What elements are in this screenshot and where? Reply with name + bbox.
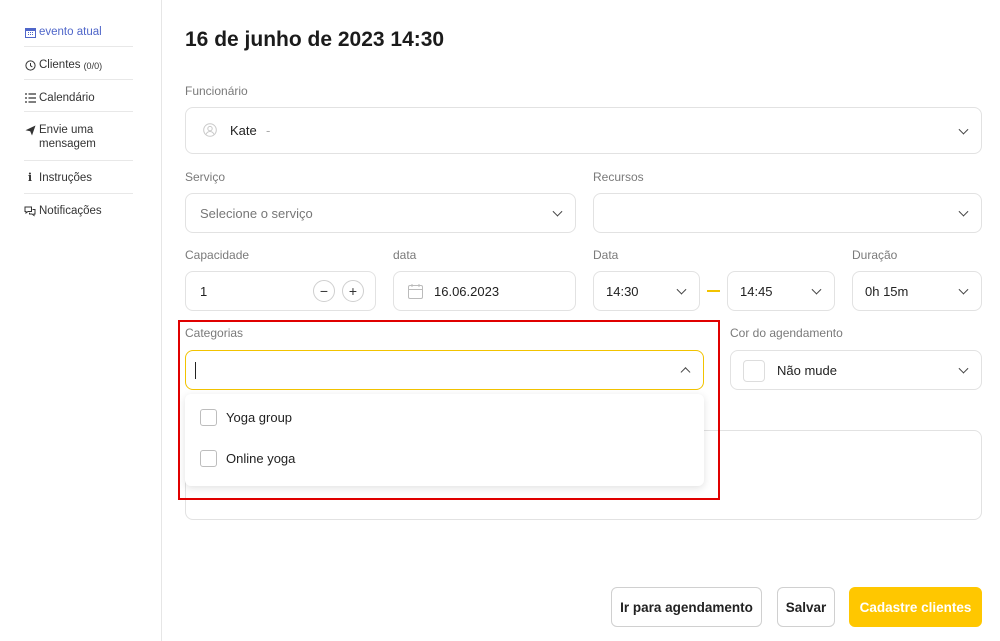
date-value: 16.06.2023 <box>434 283 500 299</box>
sidebar-item-label: Notificações <box>39 205 102 217</box>
calendar-icon <box>408 284 423 302</box>
employee-suffix: - <box>266 123 271 138</box>
user-avatar-icon <box>203 123 217 140</box>
resources-label: Recursos <box>593 170 644 184</box>
go-to-appointment-button[interactable]: Ir para agendamento <box>611 587 762 627</box>
color-swatch <box>743 360 765 382</box>
sidebar-item-label: Instruções <box>39 172 93 184</box>
decrement-button[interactable]: − <box>313 280 335 302</box>
chevron-down-icon <box>958 124 969 135</box>
list-icon <box>24 91 36 105</box>
sidebar-item-current-event[interactable]: evento atual <box>24 25 133 39</box>
save-button[interactable]: Salvar <box>777 587 835 627</box>
calendar-icon <box>24 25 36 39</box>
sidebar-item-calendar[interactable]: Calendário <box>24 91 133 105</box>
color-label: Cor do agendamento <box>730 326 843 340</box>
increment-button[interactable]: + <box>342 280 364 302</box>
employee-select[interactable]: Kate - <box>185 107 982 154</box>
chat-icon <box>24 204 36 218</box>
chevron-down-icon <box>958 363 969 374</box>
sidebar-item-clients[interactable]: Clientes (0/0) <box>24 58 133 73</box>
sidebar-item-label: Envie uma mensagem <box>39 124 96 150</box>
register-clients-button[interactable]: Cadastre clientes <box>849 587 982 627</box>
clock-icon <box>24 58 36 72</box>
sidebar-item-label: Clientes <box>39 59 81 71</box>
chevron-down-icon <box>958 206 969 217</box>
resources-select[interactable] <box>593 193 982 233</box>
capacity-stepper[interactable]: 1 − + <box>185 271 376 311</box>
time-range-separator <box>707 290 720 292</box>
time-label: Data <box>593 248 619 262</box>
employee-label: Funcionário <box>185 84 248 98</box>
end-time-select[interactable]: 14:45 <box>727 271 835 311</box>
service-select[interactable]: Selecione o serviço <box>185 193 576 233</box>
sidebar: evento atual Clientes (0/0) Calendário E… <box>0 0 162 641</box>
sidebar-item-notifications[interactable]: Notificações <box>24 204 133 218</box>
capacity-label: Capacidade <box>185 248 250 262</box>
send-icon <box>24 123 36 137</box>
page-title: 16 de junho de 2023 14:30 <box>185 28 445 51</box>
service-placeholder: Selecione o serviço <box>200 205 313 221</box>
sidebar-item-label: evento atual <box>39 26 102 38</box>
duration-select[interactable]: 0h 15m <box>852 271 982 311</box>
service-label: Serviço <box>185 170 226 184</box>
sidebar-item-instructions[interactable]: i Instruções <box>24 171 133 185</box>
sidebar-item-send-message[interactable]: Envie uma mensagem <box>24 123 133 151</box>
color-value: Não mude <box>777 362 837 378</box>
duration-label: Duração <box>852 248 898 262</box>
clients-count: (0/0) <box>83 61 103 71</box>
highlight-box <box>178 320 720 500</box>
capacity-value: 1 <box>200 283 208 299</box>
color-select[interactable]: Não mude <box>730 350 982 390</box>
employee-value: Kate <box>230 123 257 138</box>
start-time-value: 14:30 <box>606 283 639 299</box>
date-field[interactable]: 16.06.2023 <box>393 271 576 311</box>
duration-value: 0h 15m <box>865 283 909 299</box>
sidebar-item-label: Calendário <box>39 92 95 104</box>
chevron-down-icon <box>676 284 687 295</box>
info-icon: i <box>27 171 33 184</box>
chevron-down-icon <box>958 284 969 295</box>
start-time-select[interactable]: 14:30 <box>593 271 700 311</box>
end-time-value: 14:45 <box>740 283 773 299</box>
date-label: data <box>393 248 417 262</box>
chevron-down-icon <box>552 206 563 217</box>
chevron-down-icon <box>811 284 822 295</box>
